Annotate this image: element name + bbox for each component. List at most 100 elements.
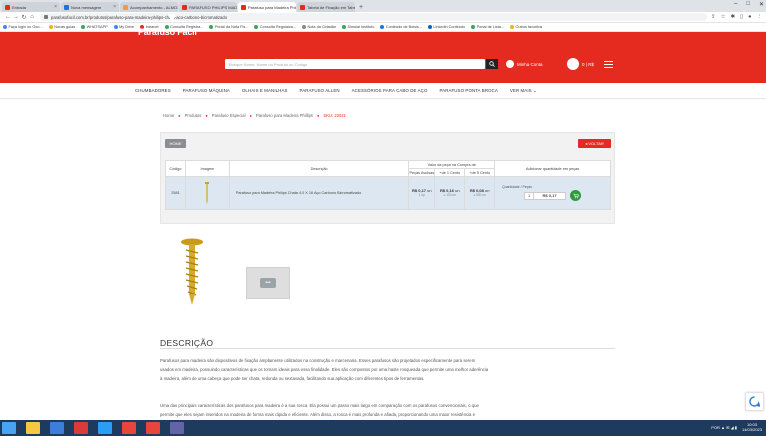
bookmark-label: Outros favoritos (515, 25, 543, 29)
add-to-cart-button[interactable] (570, 190, 582, 201)
reload-icon[interactable]: ↻ (20, 14, 28, 21)
skype-icon[interactable] (98, 422, 112, 434)
category-nav-item[interactable]: OLHAIS E MANILHAS (242, 88, 288, 93)
breadcrumb-separator-icon: ● (249, 113, 252, 118)
maximize-button[interactable]: □ (746, 1, 750, 8)
tab-label: Nova mensagem (71, 4, 102, 10)
category-nav-item[interactable]: ACESSÓRIOS PARA CABO DE AÇO (352, 88, 428, 93)
share-icon[interactable]: ⇪ (711, 14, 716, 20)
bookmark-favicon-icon (380, 25, 385, 29)
bookmark-label: Simulai Instituto (347, 25, 375, 29)
description-title: DESCRIÇÃO (160, 338, 214, 348)
outlook-icon[interactable] (50, 422, 64, 434)
col-header-qty: Adicionar quantidade em peças (494, 160, 611, 177)
minimize-button[interactable]: – (734, 1, 737, 8)
search-input[interactable]: Busque Nome, Nome do Produto ou Código (225, 59, 485, 69)
bookmark-item[interactable]: WHATSAPP (81, 25, 108, 29)
product-description[interactable]: Parafuso para Madeira Philips Chata 4.0 … (228, 176, 410, 210)
profile-avatar-icon[interactable]: ● (748, 14, 751, 20)
tab-close-icon[interactable]: × (111, 4, 116, 10)
bookmark-label: My Drive (119, 25, 135, 29)
back-button[interactable]: ◂ VOLTAR (578, 139, 611, 148)
bookmark-item[interactable]: Novas guias (48, 25, 75, 29)
category-nav-item[interactable]: PARAFUSO MÁQUINA (183, 88, 230, 93)
table-row: 2581 Parafuso para Madeira Philips Chata… (165, 176, 611, 210)
browser-actions: ⇪ ☆ ✱ ▯ ● ⋮ (711, 14, 762, 20)
account-link[interactable]: Minha Conta (506, 60, 543, 68)
breadcrumb-item[interactable]: Produtos (185, 113, 202, 118)
browser-tab[interactable]: Parafuso para Madeira Philips× (238, 2, 296, 12)
site-logo[interactable]: Parafuso Fácil (138, 10, 208, 40)
hamburger-menu-icon[interactable] (604, 61, 613, 68)
price-single: R$ 0,17 un 1 up (408, 176, 436, 210)
category-nav-item[interactable]: PARAFUSO ALLEN (300, 88, 340, 93)
browser-tab[interactable]: Nova mensagem × (61, 2, 119, 12)
bookmark-label: Conteúdo de Bolsis... (385, 25, 422, 29)
cart-link[interactable]: 0 | R$ (567, 58, 594, 70)
product-thumbnail[interactable] (184, 176, 230, 210)
sidepanel-icon[interactable]: ▯ (740, 14, 743, 20)
close-window-button[interactable]: ✕ (759, 1, 764, 8)
home-icon[interactable]: ⌂ (28, 14, 36, 20)
tray-icons[interactable]: POR ▲ ✉ ◢ ▮ (711, 425, 737, 430)
product-main-image[interactable] (180, 238, 204, 306)
bookmark-item[interactable]: My Drive (113, 25, 135, 29)
description-paragraph-2: Uma das principais características dos p… (160, 402, 615, 420)
bookmark-item[interactable]: Simulai Instituto (342, 25, 374, 29)
category-nav: CHUMBADORES PARAFUSO MÁQUINA OLHAIS E MANI… (0, 83, 766, 99)
tab-favicon-icon (123, 4, 128, 10)
gallery-thumbnail[interactable]: ••• (246, 267, 290, 299)
bookmark-item[interactable]: Linkedin Conteúdo (427, 25, 466, 29)
category-nav-item[interactable]: PARAFUSO PONTA BROCA (439, 88, 497, 93)
chat-widget-button[interactable] (745, 392, 764, 411)
quantity-input[interactable]: 1 (524, 191, 535, 200)
lock-icon (44, 15, 48, 19)
tab-close-icon[interactable]: × (52, 4, 57, 10)
windows-icon[interactable] (2, 422, 16, 434)
category-nav-item[interactable]: CHUMBADORES (135, 88, 171, 93)
home-button[interactable]: HOME (165, 139, 186, 148)
chrome-active-icon[interactable] (146, 422, 160, 434)
bookmark-item[interactable]: Portal da Nota Fis... (209, 25, 248, 29)
forward-arrow-icon[interactable]: → (12, 14, 20, 20)
account-label: Minha Conta (517, 61, 543, 67)
bookmark-item[interactable]: Outros favoritos (510, 25, 542, 29)
bookmark-item[interactable]: Nota da Cidadão (302, 25, 336, 29)
windows-taskbar: POR ▲ ✉ ◢ ▮ 10:03 14/03/2023 (0, 420, 766, 436)
price-100: R$ 0,16 un ≥ 100 un (434, 176, 466, 210)
breadcrumb-item[interactable]: Parafuso Especial (212, 113, 246, 118)
breadcrumb-item[interactable]: Home (163, 113, 174, 118)
search-button[interactable] (486, 59, 498, 69)
browser-tab[interactable]: Entrada × (2, 2, 60, 12)
bookmark-star-icon[interactable]: ☆ (721, 14, 726, 20)
chrome-icon[interactable] (122, 422, 136, 434)
clock[interactable]: 10:03 14/03/2023 (742, 422, 762, 432)
bookmark-label: Linkedin Conteúdo (433, 25, 466, 29)
bookmark-favicon-icon (510, 25, 515, 29)
bookmark-item[interactable]: Conteúdo de Bolsis... (380, 25, 422, 29)
col-header-price-500: +de 5 Cento (464, 168, 496, 177)
back-arrow-icon[interactable]: ← (4, 14, 12, 20)
browser-menu-icon[interactable]: ⋮ (757, 14, 763, 20)
browser-tab[interactable]: Tabela de Fixação em Tabela× (297, 2, 355, 12)
screw-thumbnail-icon (205, 181, 210, 204)
breadcrumb-item[interactable]: Parafuso para Madeira Phillips (256, 113, 313, 118)
bookmark-item[interactable]: Faça login no Goo... (3, 25, 43, 29)
bookmark-item[interactable]: Consulta Regulaiza... (254, 25, 296, 29)
breadcrumb-separator-icon: ● (205, 113, 208, 118)
col-header-price-single: Peças Avulsas (408, 168, 436, 177)
antivirus-icon[interactable] (74, 422, 88, 434)
bookmark-favicon-icon (209, 25, 214, 29)
extensions-icon[interactable]: ✱ (731, 14, 736, 20)
explorer-icon[interactable] (26, 422, 40, 434)
bookmark-item[interactable]: Portal de Lista... (471, 25, 504, 29)
bookmark-label: WHATSAPP (86, 25, 108, 29)
col-header-code: Código (165, 160, 186, 177)
new-tab-button[interactable]: + (359, 4, 363, 11)
tab-favicon-icon (300, 4, 305, 10)
teams-icon[interactable] (170, 422, 184, 434)
tab-label: Acompanhamento - ALMOXA (130, 4, 178, 10)
category-nav-item[interactable]: VER MAIS ⌄ (510, 88, 537, 94)
clock-date: 14/03/2023 (741, 427, 762, 432)
tab-favicon-icon (64, 4, 69, 10)
